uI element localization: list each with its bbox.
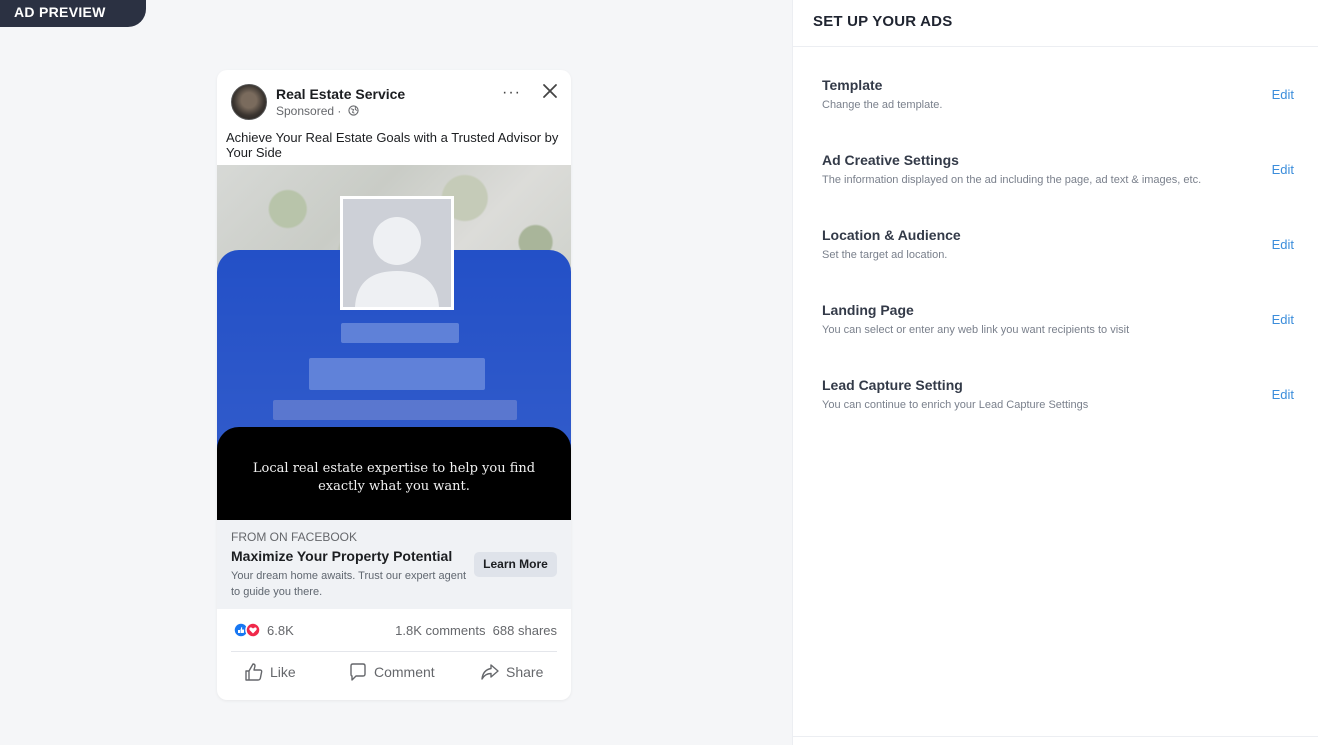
comments-shares-count[interactable]: 1.8K comments 688 shares <box>395 623 557 638</box>
blurred-text-line-2 <box>309 358 485 390</box>
agent-photo-placeholder <box>340 196 454 310</box>
setting-location-audience: Location & Audience Set the target ad lo… <box>822 227 1294 261</box>
blurred-text-line-1 <box>341 323 459 343</box>
setting-description: Change the ad template. <box>822 99 943 111</box>
globe-icon <box>348 105 359 119</box>
share-label: Share <box>506 664 544 680</box>
reaction-count[interactable]: 6.8K <box>267 623 294 638</box>
share-button[interactable]: Share <box>480 662 543 682</box>
close-icon[interactable] <box>541 82 559 105</box>
setting-title: Location & Audience <box>822 227 961 243</box>
setting-description: The information displayed on the ad incl… <box>822 174 1202 186</box>
like-button[interactable]: Like <box>244 662 296 682</box>
like-label: Like <box>270 664 296 680</box>
setting-title: Template <box>822 77 883 93</box>
setting-landing-page: Landing Page You can select or enter any… <box>822 302 1294 336</box>
edit-location-audience-link[interactable]: Edit <box>1272 237 1294 252</box>
thumbs-up-icon <box>245 663 263 681</box>
page-name: Real Estate Service <box>276 86 406 102</box>
ad-headline: Maximize Your Property Potential <box>231 548 453 564</box>
ad-creative-image[interactable]: Local real estate expertise to help you … <box>217 165 571 520</box>
setting-title: Lead Capture Setting <box>822 377 963 393</box>
page-avatar <box>231 84 267 120</box>
setup-pane: SET UP YOUR ADS Template Change the ad t… <box>792 0 1318 745</box>
setting-title: Landing Page <box>822 302 914 318</box>
setting-ad-creative: Ad Creative Settings The information dis… <box>822 152 1294 186</box>
edit-lead-capture-link[interactable]: Edit <box>1272 387 1294 402</box>
action-bar: Like Comment Share <box>217 652 571 692</box>
ad-caption: Achieve Your Real Estate Goals with a Tr… <box>226 130 559 160</box>
more-options-icon[interactable]: ··· <box>502 84 521 102</box>
comment-icon <box>350 663 366 681</box>
engagement-stats: 6.8K 1.8K comments 688 shares <box>231 609 557 652</box>
bottom-divider <box>793 736 1318 737</box>
edit-landing-page-link[interactable]: Edit <box>1272 312 1294 327</box>
edit-ad-creative-link[interactable]: Edit <box>1272 162 1294 177</box>
comment-label: Comment <box>374 664 435 680</box>
setting-lead-capture: Lead Capture Setting You can continue to… <box>822 377 1294 411</box>
ad-card: Real Estate Service Sponsored · ··· Achi… <box>217 70 571 700</box>
ad-description: Your dream home awaits. Trust our expert… <box>231 570 466 598</box>
sponsored-text: Sponsored · <box>276 104 342 118</box>
edit-template-link[interactable]: Edit <box>1272 87 1294 102</box>
setting-description: You can continue to enrich your Lead Cap… <box>822 399 1089 411</box>
setting-description: You can select or enter any web link you… <box>822 324 1130 336</box>
ad-tagline: Local real estate expertise to help you … <box>252 461 536 494</box>
setup-title: SET UP YOUR ADS <box>793 0 1318 47</box>
ad-preview-pane: AD PREVIEW Real Estate Service Sponsored… <box>0 0 792 745</box>
reaction-icons <box>233 622 263 643</box>
blurred-text-line-3 <box>273 400 517 420</box>
learn-more-button[interactable]: Learn More <box>474 552 557 577</box>
ad-preview-tag: AD PREVIEW <box>0 0 146 27</box>
setting-template: Template Change the ad template. Edit <box>822 77 1294 111</box>
share-icon <box>481 664 499 680</box>
setting-title: Ad Creative Settings <box>822 152 959 168</box>
from-label: FROM ON FACEBOOK <box>231 530 358 544</box>
tagline-panel: Local real estate expertise to help you … <box>217 427 571 520</box>
setting-description: Set the target ad location. <box>822 249 948 261</box>
comment-button[interactable]: Comment <box>348 662 435 682</box>
sponsored-label: Sponsored · <box>276 104 359 119</box>
ad-card-header: Real Estate Service Sponsored · ··· <box>217 70 571 126</box>
cta-area: FROM ON FACEBOOK Maximize Your Property … <box>217 520 571 609</box>
